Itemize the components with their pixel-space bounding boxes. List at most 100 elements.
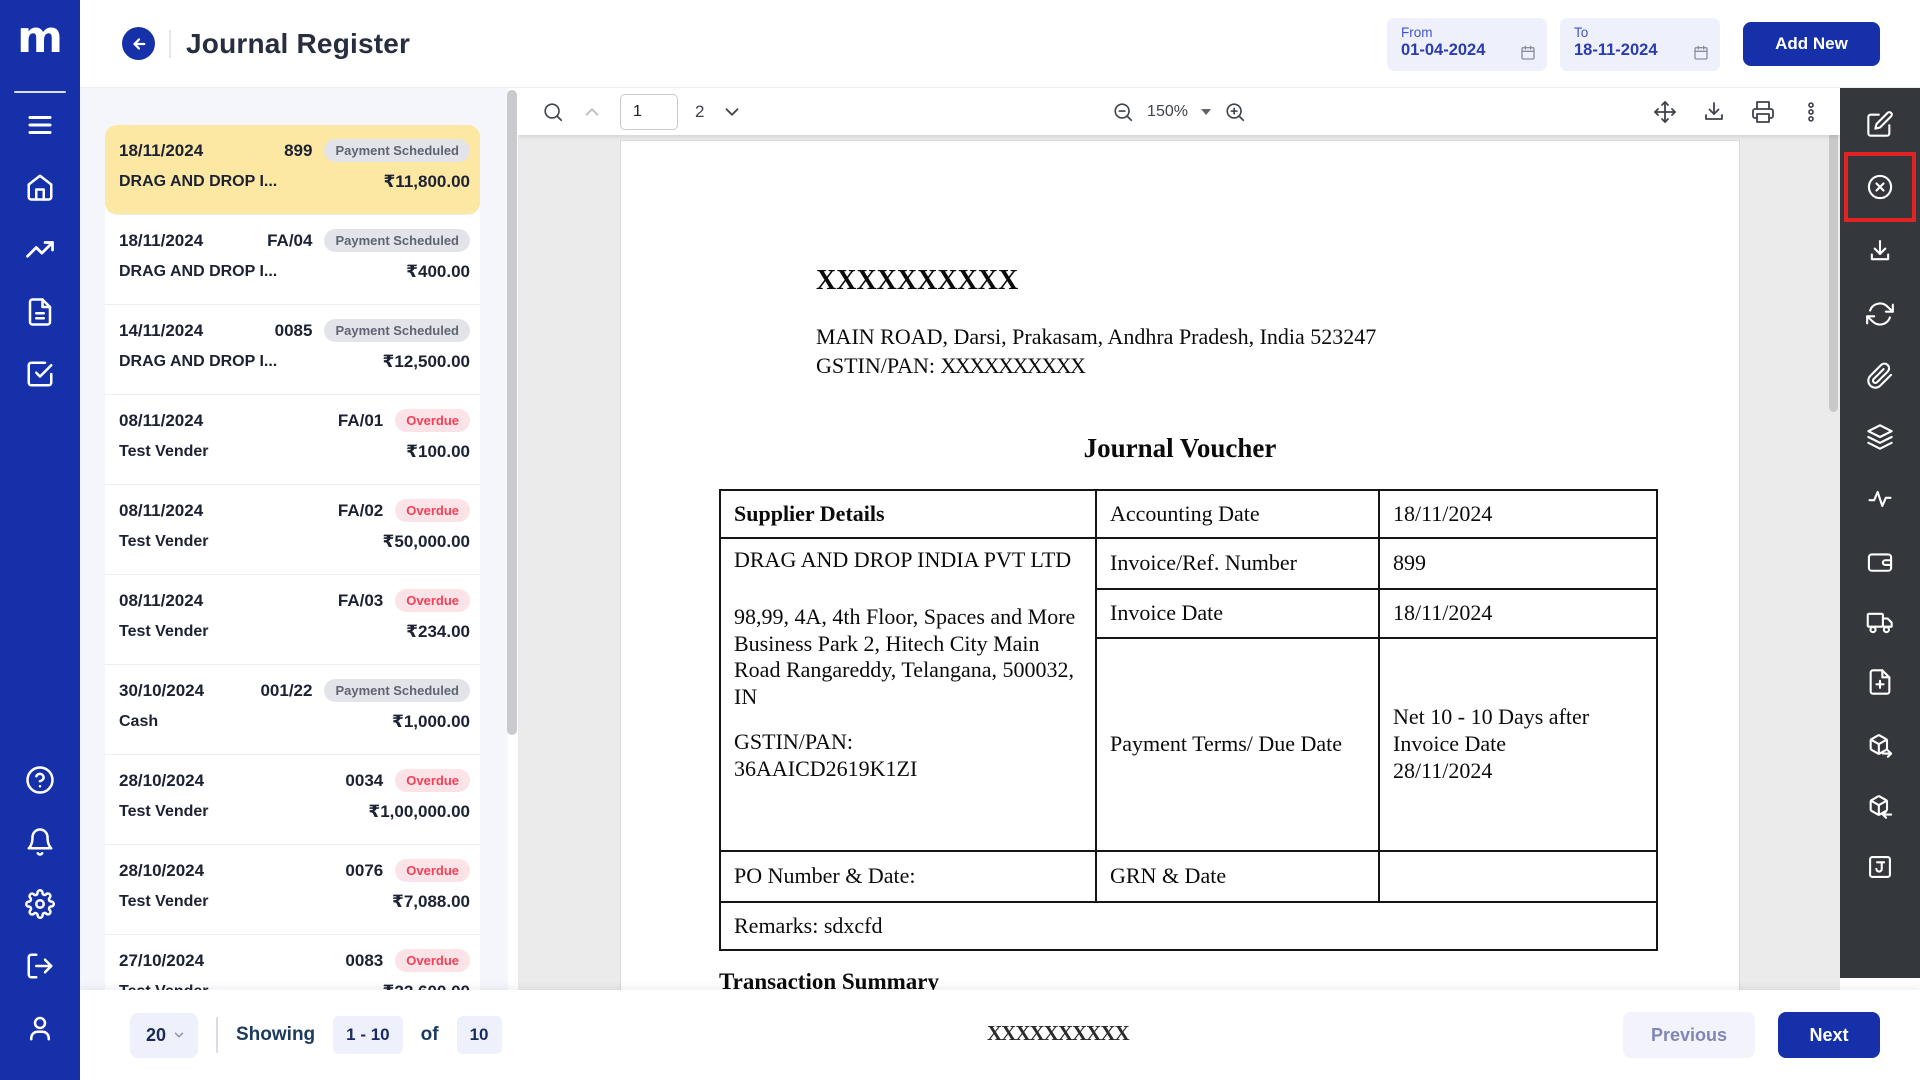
entry-ref-number: 0076 [345,861,383,881]
invoice-date-value: 18/11/2024 [1379,589,1657,638]
app-logo[interactable]: m [0,12,80,63]
zoom-in-icon[interactable] [1224,101,1246,123]
add-document-icon[interactable] [1866,668,1894,696]
menu-icon[interactable] [25,110,55,140]
zoom-out-icon[interactable] [1112,101,1134,123]
document-address: MAIN ROAD, Darsi, Prakasam, Andhra Prade… [816,324,1376,350]
status-badge: Overdue [395,859,470,882]
supplier-details-cell: DRAG AND DROP INDIA PVT LTD 98,99, 4A, 4… [720,538,1096,851]
status-badge: Overdue [395,499,470,522]
entry-party: Test Vender [119,623,209,641]
from-date-picker[interactable]: From 01-04-2024 [1387,18,1547,71]
page-number-input[interactable] [620,94,678,130]
entry-date: 08/11/2024 [119,501,203,521]
more-options-icon[interactable] [1800,100,1822,124]
from-date-value: 01-04-2024 [1401,41,1535,60]
add-new-button[interactable]: Add New [1743,22,1880,66]
entry-party: Test Vender [119,983,209,990]
cancel-circle-icon[interactable] [1866,173,1894,201]
voucher-table: Supplier Details Accounting Date 18/11/2… [719,489,1658,951]
next-page-icon[interactable] [721,101,743,123]
chevron-down-icon [172,1028,186,1042]
status-badge: Payment Scheduled [324,229,470,252]
journal-entry-row[interactable]: 18/11/2024 FA/04 Payment Scheduled DRAG … [105,215,480,305]
entry-amount: ₹22,600.00 [383,982,470,990]
delivery-truck-icon[interactable] [1866,608,1894,636]
sidebar-divider [14,91,66,93]
pdf-toolbar: 2 150% [518,88,1840,135]
entry-amount: ₹50,000.00 [383,532,470,552]
download-document-icon[interactable] [1866,237,1894,265]
entry-date: 08/11/2024 [119,411,203,431]
journal-entry-row[interactable]: 08/11/2024 FA/03 Overdue Test Vender ₹23… [105,575,480,665]
document-actions-toolbar [1840,88,1920,978]
activity-icon[interactable] [1866,485,1894,513]
attachment-icon[interactable] [1866,362,1894,390]
to-date-picker[interactable]: To 18-11-2024 [1560,18,1720,71]
entry-date: 14/11/2024 [119,321,203,341]
po-number-label: PO Number & Date: [720,851,1096,902]
to-date-value: 18-11-2024 [1574,41,1708,60]
wallet-icon[interactable] [1866,548,1894,576]
journal-entry-row[interactable]: 28/10/2024 0076 Overdue Test Vender ₹7,0… [105,845,480,935]
settings-icon[interactable] [25,889,55,919]
footer-company-name: XXXXXXXXXX [987,1021,1129,1046]
status-badge: Payment Scheduled [324,679,470,702]
journal-icon[interactable] [1866,853,1894,881]
invoice-ref-value: 899 [1379,538,1657,589]
supplier-details-header: Supplier Details [720,490,1096,538]
entry-ref-number: FA/02 [338,501,383,521]
layers-icon[interactable] [1866,423,1894,451]
status-badge: Overdue [395,589,470,612]
arrow-left-icon [130,35,148,53]
zoom-dropdown-caret-icon[interactable] [1201,109,1211,115]
back-button[interactable] [122,27,155,60]
total-count: 10 [457,1016,502,1054]
check-square-icon[interactable] [25,359,55,389]
page-size-select[interactable]: 20 [130,1013,198,1058]
journal-entry-row[interactable]: 27/10/2024 0083 Overdue Test Vender ₹22,… [105,935,480,990]
entry-date: 30/10/2024 [119,681,204,701]
entry-amount: ₹12,500.00 [383,352,470,372]
journal-entry-row[interactable]: 18/11/2024 899 Payment Scheduled DRAG AN… [105,125,480,215]
payment-terms-value: Net 10 - 10 Days after Invoice Date 28/1… [1379,638,1657,851]
viewer-scrollbar-thumb[interactable] [1829,92,1838,412]
logout-icon[interactable] [25,951,55,981]
previous-button[interactable]: Previous [1623,1012,1755,1058]
zoom-level-value[interactable]: 150% [1147,103,1188,121]
app-sidebar: m [0,0,80,1080]
to-label: To [1574,25,1708,40]
pdf-viewer: 2 150% [518,88,1840,990]
pan-move-icon[interactable] [1653,100,1677,124]
refresh-icon[interactable] [1866,300,1894,328]
journal-entry-row[interactable]: 28/10/2024 0034 Overdue Test Vender ₹1,0… [105,755,480,845]
download-icon[interactable] [1702,100,1726,124]
journal-entry-row[interactable]: 14/11/2024 0085 Payment Scheduled DRAG A… [105,305,480,395]
search-icon[interactable] [542,101,564,123]
profile-icon[interactable] [25,1013,55,1043]
stock-out-icon[interactable] [1866,732,1894,760]
trending-up-icon[interactable] [25,235,55,265]
journal-entry-row[interactable]: 08/11/2024 FA/02 Overdue Test Vender ₹50… [105,485,480,575]
notifications-icon[interactable] [25,827,55,857]
previous-page-icon[interactable] [581,101,603,123]
invoice-ref-label: Invoice/Ref. Number [1096,538,1379,589]
document-icon[interactable] [25,297,55,327]
home-icon[interactable] [25,172,55,202]
journal-entry-row[interactable]: 30/10/2024 001/22 Payment Scheduled Cash… [105,665,480,755]
from-label: From [1401,25,1535,40]
print-icon[interactable] [1751,100,1775,124]
list-scrollbar-thumb[interactable] [507,90,517,735]
remarks-cell: Remarks: sdxcfd [720,902,1657,950]
entry-ref-number: 0083 [345,951,383,971]
help-icon[interactable] [25,765,55,795]
grn-date-label: GRN & Date [1096,851,1379,902]
stock-in-icon[interactable] [1866,793,1894,821]
entry-ref-number: 0034 [345,771,383,791]
next-button[interactable]: Next [1778,1012,1880,1058]
payment-terms-label: Payment Terms/ Due Date [1096,638,1379,851]
showing-range: 1 - 10 [333,1016,402,1054]
journal-entry-row[interactable]: 08/11/2024 FA/01 Overdue Test Vender ₹10… [105,395,480,485]
edit-icon[interactable] [1866,110,1894,138]
entry-party: Test Vender [119,893,209,911]
